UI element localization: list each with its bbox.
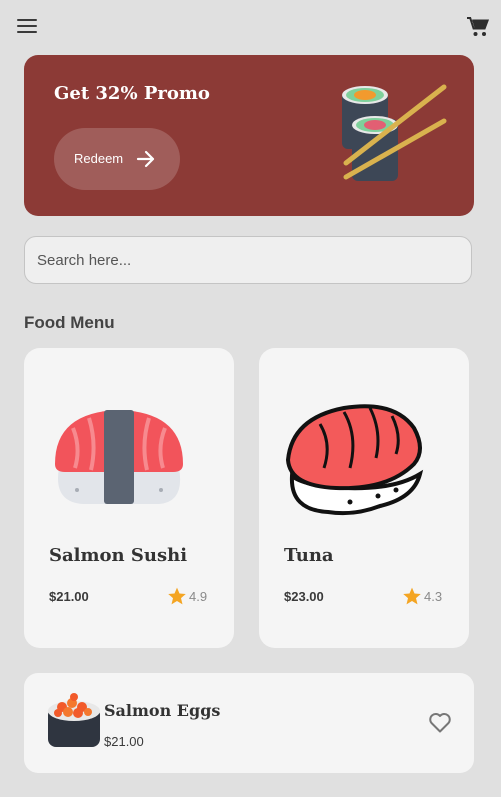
shopping-cart-icon[interactable] <box>466 16 490 38</box>
food-price: $21.00 <box>49 589 89 604</box>
food-name: Salmon Eggs <box>104 701 221 720</box>
redeem-button[interactable]: Redeem <box>54 128 180 190</box>
star-icon <box>403 587 421 605</box>
food-name: Tuna <box>284 545 334 566</box>
salmon-sushi-illustration <box>55 410 183 504</box>
promo-banner: Get 32% Promo Redeem <box>24 55 474 216</box>
menu-card-salmon-sushi[interactable]: Salmon Sushi $21.00 4.9 <box>24 348 234 648</box>
food-menu-heading: Food Menu <box>24 313 115 332</box>
food-price: $23.00 <box>284 589 324 604</box>
arrow-right-icon <box>136 150 155 168</box>
top-app-bar <box>0 0 501 54</box>
sushi-roll-chopsticks-illustration <box>342 84 447 181</box>
star-icon <box>168 587 186 605</box>
redeem-label: Redeem <box>74 151 124 166</box>
salmon-eggs-illustration <box>48 693 100 747</box>
tuna-sushi-illustration <box>285 404 424 516</box>
food-rating: 4.9 <box>189 589 208 604</box>
search-input[interactable] <box>24 236 472 284</box>
promo-title: Get 32% Promo <box>54 83 210 104</box>
food-rating: 4.3 <box>424 589 443 604</box>
menu-card-tuna[interactable]: Tuna $23.00 4.3 <box>259 348 469 648</box>
list-item-salmon-eggs[interactable]: Salmon Eggs $21.00 <box>24 673 474 773</box>
heart-outline-icon[interactable] <box>428 711 452 733</box>
food-price: $21.00 <box>104 734 144 749</box>
hamburger-menu-icon[interactable] <box>17 19 37 35</box>
food-name: Salmon Sushi <box>49 545 188 566</box>
